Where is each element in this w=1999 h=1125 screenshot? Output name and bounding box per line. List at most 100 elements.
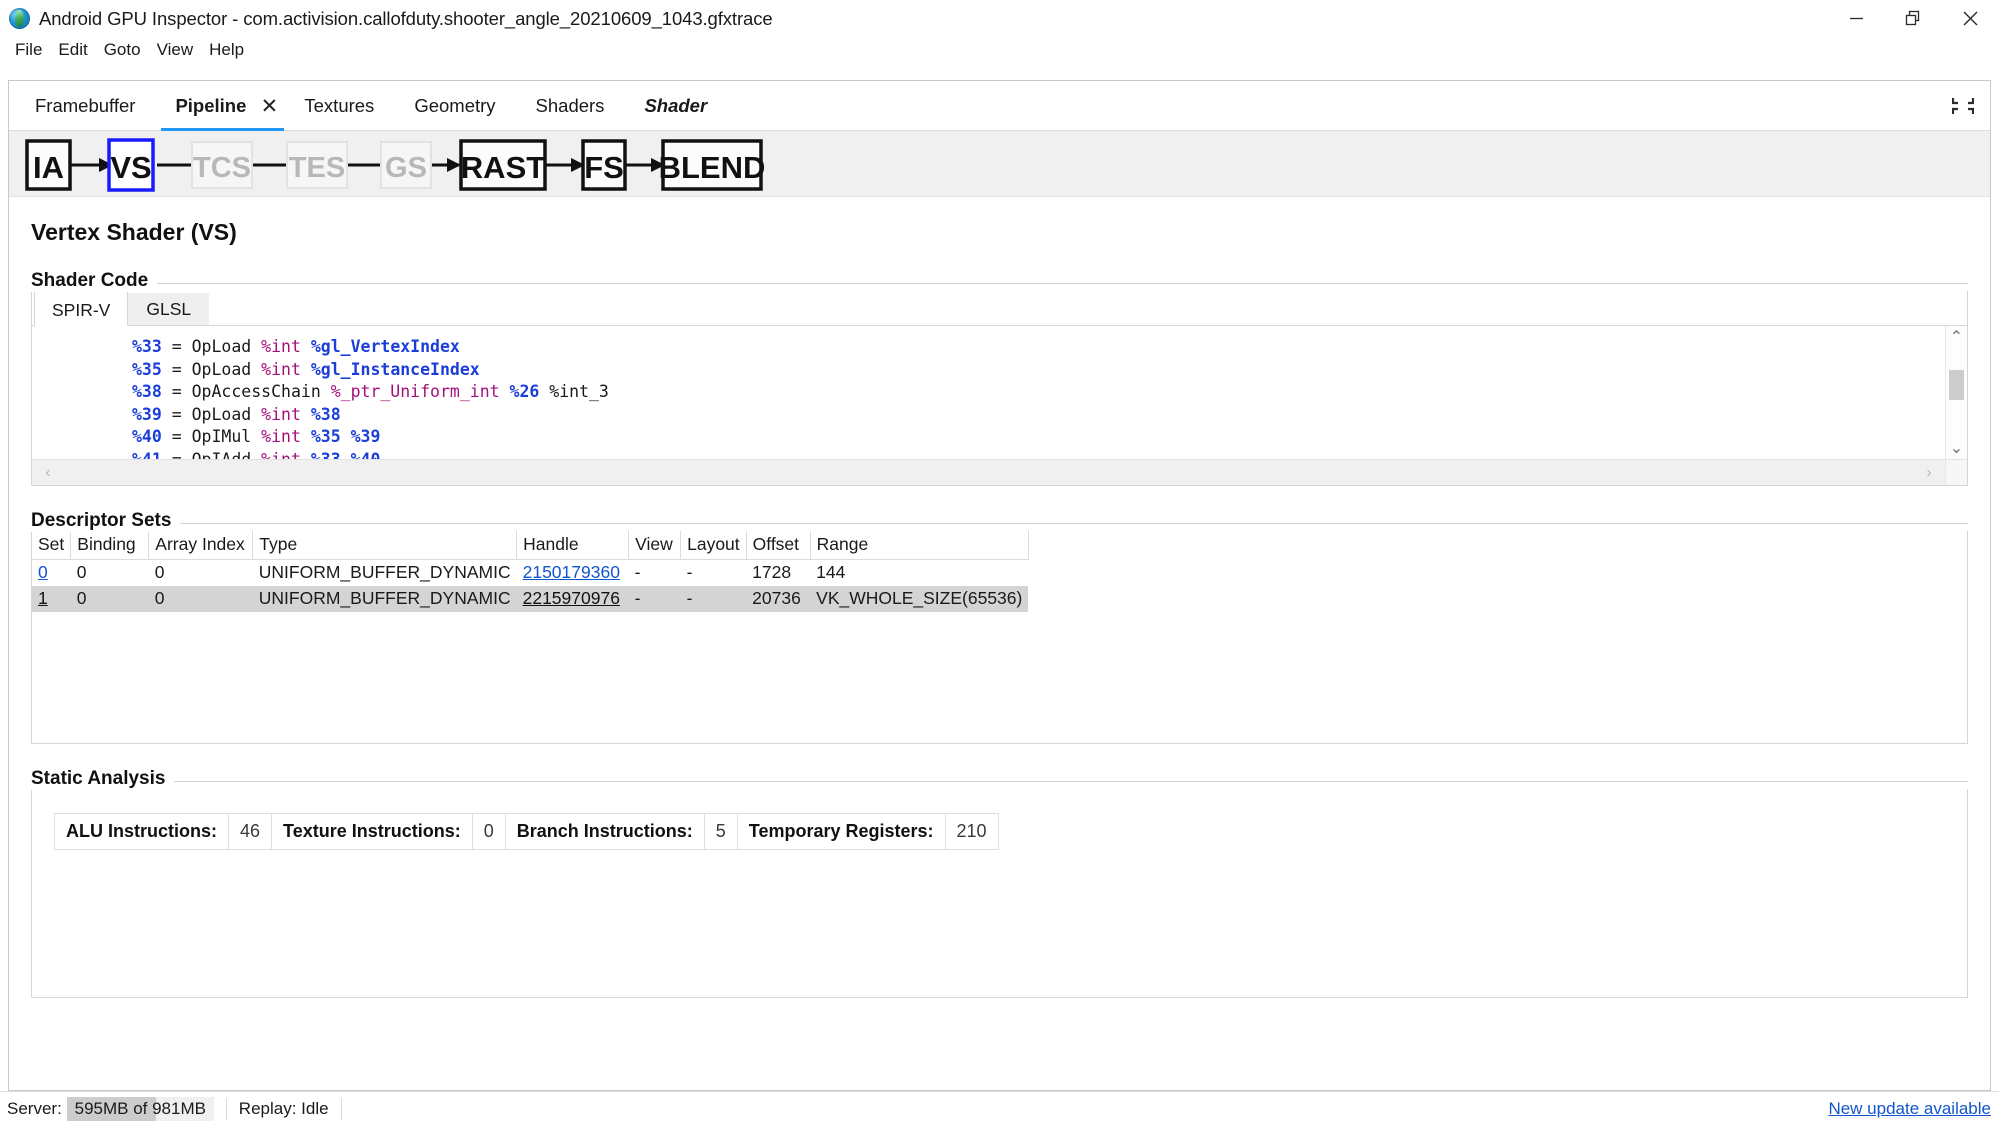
tab-shader[interactable]: Shader	[624, 81, 727, 131]
tab-list: Framebuffer Pipeline ✕ Textures Geometry…	[9, 81, 1990, 131]
table-cell: UNIFORM_BUFFER_DYNAMIC	[258, 562, 511, 582]
server-label: Server:	[7, 1098, 62, 1118]
svg-text:VS: VS	[110, 150, 151, 185]
svg-text:BLEND: BLEND	[659, 150, 766, 185]
table-empty-cell	[810, 668, 1028, 696]
shader-code-label: Shader Code	[31, 270, 158, 292]
replay-status: Replay: Idle	[238, 1098, 329, 1118]
group-divider-static-analysis	[31, 781, 1968, 782]
code-container: SPIR-V GLSL %33 = OpLoad %int %gl_Vertex…	[31, 291, 1968, 486]
cell-set-link[interactable]: 0	[32, 560, 71, 587]
menu-item-goto[interactable]: Goto	[96, 38, 149, 62]
scroll-down-icon[interactable]: ⌄	[1946, 437, 1967, 459]
column-header[interactable]: Type	[252, 531, 518, 560]
static-analysis-container: ALU Instructions: 46 Texture Instructions:…	[31, 789, 1968, 998]
table-cell: -	[628, 586, 681, 612]
scrollbar-thumb[interactable]	[1949, 370, 1964, 400]
metric-value: 0	[473, 814, 506, 849]
table-empty-row	[32, 668, 1028, 696]
tab-strip: Framebuffer Pipeline ✕ Textures Geometry…	[9, 81, 1990, 131]
column-header[interactable]: Range	[810, 531, 1029, 560]
tab-glsl[interactable]: GLSL	[128, 293, 210, 325]
column-header[interactable]: Array Index	[148, 531, 254, 560]
tab-pipeline[interactable]: Pipeline	[155, 81, 255, 131]
column-header[interactable]: Handle	[516, 531, 630, 560]
pipeline-stage-tcs: TCS	[191, 141, 253, 189]
descriptor-sets-body: Set Binding Array Index Type Handle View Layou…	[31, 531, 1968, 744]
scroll-up-icon[interactable]: ⌃	[1946, 326, 1967, 348]
table-empty-cell	[629, 668, 681, 696]
column-header[interactable]: Offset	[746, 531, 811, 560]
table-empty-cell	[32, 612, 71, 640]
code-line: %38 = OpAccessChain %_ptr_Uniform_int %2…	[132, 382, 609, 402]
menu-item-view[interactable]: View	[149, 38, 202, 62]
scroll-left-icon[interactable]: ‹	[36, 460, 60, 485]
close-tab-icon[interactable]: ✕	[246, 81, 285, 131]
status-separator-2	[340, 1097, 342, 1120]
table-empty-cell	[32, 668, 71, 696]
table-empty-cell	[746, 640, 810, 668]
table-empty-cell	[149, 612, 253, 640]
group-divider-shader-code	[31, 283, 1968, 284]
descriptor-table-container[interactable]: Set Binding Array Index Type Handle View Layou…	[31, 531, 1968, 744]
pipeline-stage-fs: FS	[581, 139, 627, 191]
tab-spirv[interactable]: SPIR-V	[34, 291, 129, 326]
table-empty-cell	[681, 640, 747, 668]
descriptor-sets-table: Set Binding Array Index Type Handle View Layou…	[32, 531, 1029, 724]
metric-label: ALU Instructions:	[55, 814, 229, 849]
table-empty-cell	[810, 640, 1028, 668]
close-button[interactable]	[1942, 0, 1999, 37]
table-empty-cell	[149, 640, 253, 668]
svg-text:IA: IA	[33, 150, 64, 185]
tab-shaders[interactable]: Shaders	[516, 81, 625, 131]
close-icon	[1963, 11, 1978, 26]
svg-text:TCS: TCS	[193, 152, 251, 184]
table-empty-cell	[681, 696, 747, 724]
table-empty-cell	[681, 668, 747, 696]
column-header[interactable]: Layout	[680, 531, 747, 560]
code-editor[interactable]: %33 = OpLoad %int %gl_VertexIndex %35 = O…	[32, 326, 1967, 459]
table-row[interactable]: 1 0 0 UNIFORM_BUFFER_DYNAMIC 2215970976- -207…	[32, 586, 1029, 612]
table-empty-cell	[149, 668, 253, 696]
table-empty-cell	[517, 696, 629, 724]
tab-framebuffer[interactable]: Framebuffer	[15, 81, 155, 131]
code-line: %40 = OpIMul %int %35 %39	[132, 427, 381, 447]
cell-handle-link[interactable]: 2215970976	[516, 586, 629, 612]
tab-textures[interactable]: Textures	[284, 81, 394, 131]
agi-logo-icon	[9, 8, 30, 29]
table-empty-cell	[253, 612, 517, 640]
menu-item-help[interactable]: Help	[201, 38, 252, 62]
metric-value: 210	[956, 821, 987, 841]
scroll-right-icon[interactable]: ›	[1917, 460, 1941, 485]
cell-set-link[interactable]: 1	[32, 586, 71, 612]
table-empty-cell	[71, 696, 149, 724]
column-header[interactable]: View	[628, 531, 682, 560]
collapse-panes-icon[interactable]	[1952, 95, 1974, 117]
pipeline-stage-ia: IA	[25, 139, 72, 191]
minimize-button[interactable]	[1828, 0, 1885, 37]
pipeline-diagram: IA VS TCS TES GS RAST FS BLEND	[25, 138, 766, 192]
column-header[interactable]: Binding	[70, 531, 150, 560]
menu-item-edit[interactable]: Edit	[50, 38, 95, 62]
cell-handle-link[interactable]: 2150179360	[517, 560, 629, 587]
code-horizontal-scrollbar[interactable]: ‹ ›	[32, 459, 1967, 485]
table-cell: 0	[154, 562, 165, 582]
table-empty-cell	[71, 668, 149, 696]
code-lines: %33 = OpLoad %int %gl_VertexIndex %35 = O…	[32, 336, 1967, 459]
table-cell: 20736	[746, 586, 811, 612]
code-language-tabs: SPIR-V GLSL	[32, 291, 1967, 326]
restore-button[interactable]	[1885, 0, 1942, 37]
table-empty-cell	[253, 668, 517, 696]
metric-value: 5	[705, 814, 738, 849]
svg-text:RAST: RAST	[461, 150, 545, 185]
code-vertical-scrollbar[interactable]: ⌃ ⌄	[1945, 326, 1967, 459]
table-cell: -	[634, 562, 641, 582]
menu-item-file[interactable]: File	[7, 38, 50, 62]
new-update-link[interactable]: New update available	[1828, 1099, 1991, 1119]
table-empty-cell	[517, 612, 629, 640]
table-row[interactable]: 0 0 0 UNIFORM_BUFFER_DYNAMIC 2150179360- -172…	[32, 560, 1028, 587]
table-cell: 0	[70, 586, 149, 612]
table-cell: VK_WHOLE_SIZE(65536)	[810, 586, 1029, 612]
column-header[interactable]: Set	[32, 531, 72, 560]
tab-geometry[interactable]: Geometry	[394, 81, 515, 131]
